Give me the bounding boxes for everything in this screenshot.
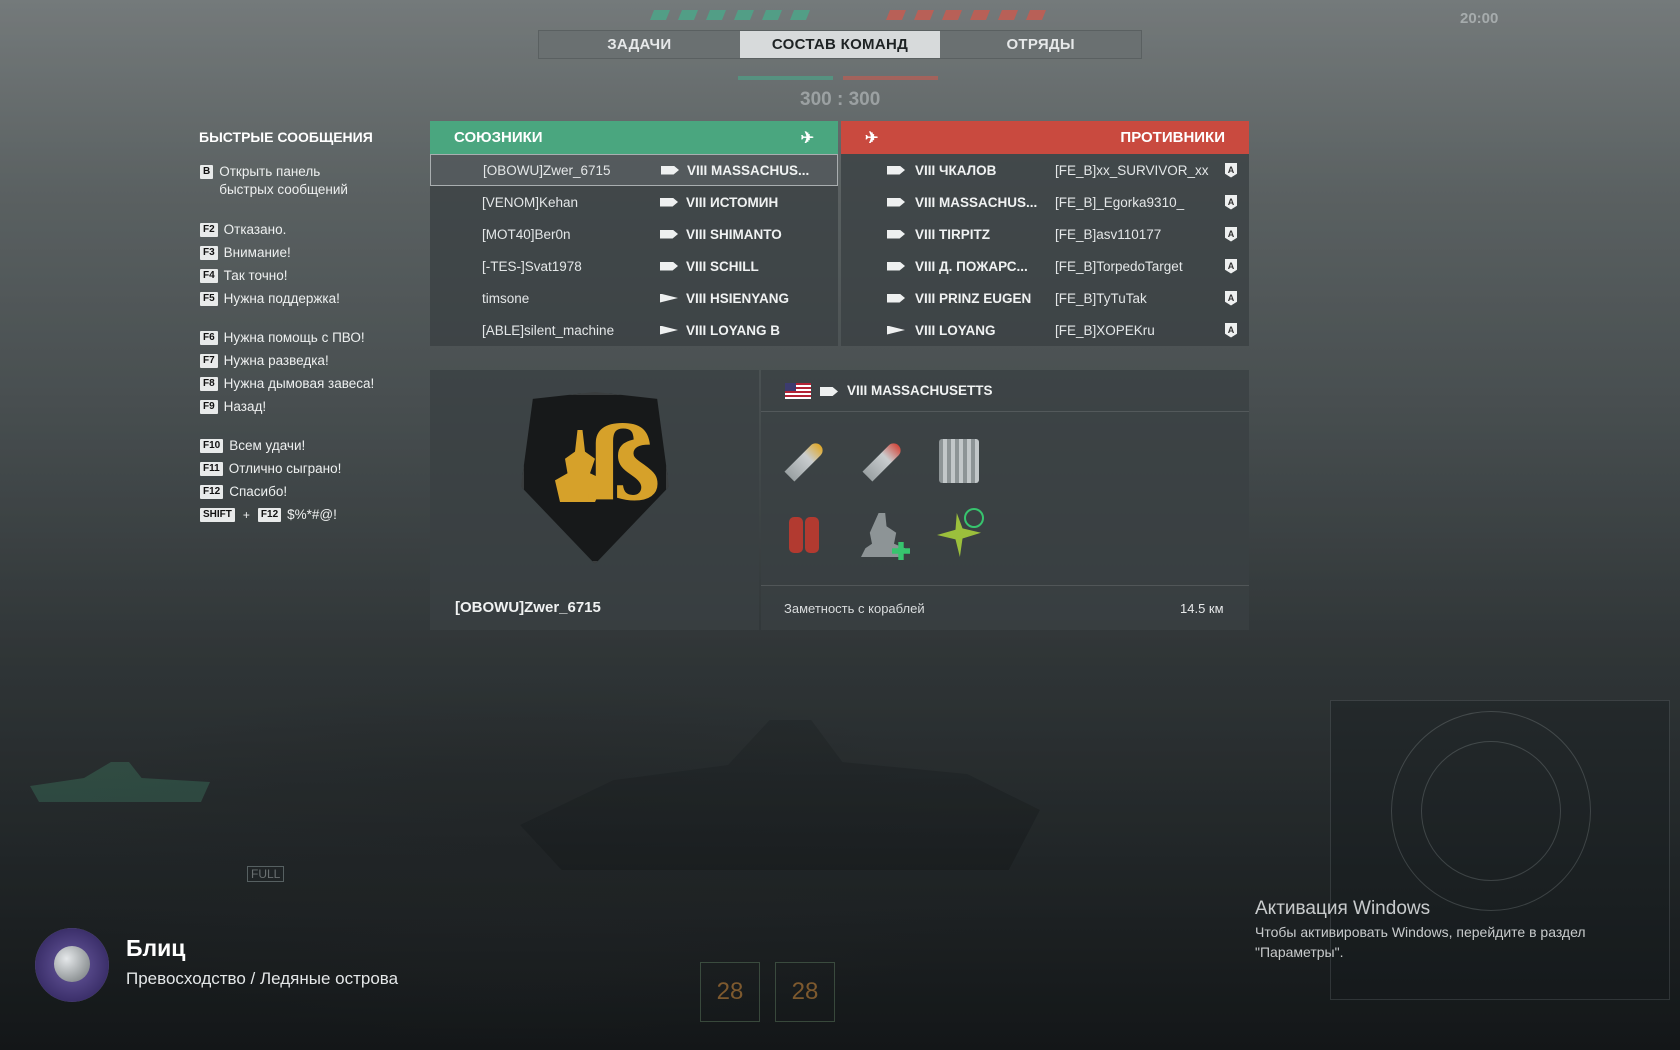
speed-indicator: FULL — [247, 866, 285, 882]
ally-row[interactable]: [MOT40]Ber0n VIII SHIMANTO — [430, 218, 838, 250]
ally-row[interactable]: timsone VIII HSIENYANG — [430, 282, 838, 314]
repair-party-icon — [854, 506, 912, 564]
battleship-icon — [660, 229, 678, 239]
qm-item: F5 Нужна поддержка! — [200, 290, 340, 308]
carrier-class-icon — [887, 165, 905, 175]
grenade-icon — [54, 946, 90, 982]
score-text: 300 : 300 — [800, 89, 881, 110]
windows-activation-title: Активация Windows — [1255, 898, 1431, 919]
ally-row[interactable]: [-TES-]Svat1978 VIII SCHILL — [430, 250, 838, 282]
allies-list: [OBOWU]Zwer_6715 VIII MASSACHUS... [VENOM]… — [430, 154, 838, 346]
ammo-slot-2[interactable]: 28 — [775, 962, 835, 1022]
ally-row[interactable]: [OBOWU]Zwer_6715 VIII MASSACHUS... — [430, 154, 838, 186]
tab-tasks[interactable]: ЗАДАЧИ — [539, 31, 740, 58]
concealment-label: Заметность с кораблей — [784, 601, 925, 616]
he-shell-icon — [854, 432, 912, 490]
enemies-header: ✈ ПРОТИВНИКИ — [841, 121, 1249, 154]
allies-title: СОЮЗНИКИ — [454, 129, 543, 146]
battleship-icon — [660, 261, 678, 271]
qm-item: F12 Спасибо! — [200, 483, 287, 501]
qm-item: F6 Нужна помощь с ПВО! — [200, 329, 365, 347]
battleship-icon — [887, 293, 905, 303]
battleship-icon — [887, 229, 905, 239]
carrier-icon: ✈ — [800, 129, 814, 147]
detail-ship-name: VIII MASSACHUSETTS — [847, 383, 993, 398]
enemy-row[interactable]: VIII Д. ПОЖАРС... [FE_B]TorpedoTarget A — [841, 250, 1249, 282]
enemy-row[interactable]: VIII ЧКАЛОВ [FE_B]xx_SURVIVOR_xx A — [841, 154, 1249, 186]
spotter-plane-icon — [930, 506, 988, 564]
qm-item: F11 Отлично сыграно! — [200, 460, 341, 478]
enemy-row[interactable]: VIII LOYANG [FE_B]XOPEKru A — [841, 314, 1249, 346]
ally-row[interactable]: [ABLE]silent_machine VIII LOYANG B — [430, 314, 838, 346]
qm-item: B Открыть панель быстрых сообщений — [200, 163, 348, 199]
mode-title: Блиц — [126, 935, 186, 961]
tab-bar: ЗАДАЧИ СОСТАВ КОМАНД ОТРЯДЫ — [538, 30, 1142, 59]
destroyer-icon — [660, 293, 678, 303]
bot-icon: A — [1225, 258, 1237, 274]
bot-icon: A — [1225, 162, 1237, 178]
battleship-icon — [887, 261, 905, 271]
bot-icon: A — [1225, 322, 1237, 338]
qm-item: F3 Внимание! — [200, 244, 291, 262]
enemies-list: VIII ЧКАЛОВ [FE_B]xx_SURVIVOR_xx A VIII MASS… — [841, 154, 1249, 346]
destroyer-icon — [660, 325, 678, 335]
qm-item: F9 Назад! — [200, 398, 266, 416]
ap-shell-icon — [776, 432, 834, 490]
qm-combo: SHIFT + F12 $%*#@! — [200, 506, 337, 524]
qm-item: F2 Отказано. — [200, 221, 286, 239]
destroyer-icon — [887, 325, 905, 335]
bot-icon: A — [1225, 194, 1237, 210]
windows-activation-text: Чтобы активировать Windows, перейдите в … — [1255, 924, 1586, 960]
score-bar — [738, 76, 938, 80]
battleship-icon — [660, 197, 678, 207]
battleship-icon — [887, 197, 905, 207]
allies-header: СОЮЗНИКИ ✈ — [430, 121, 838, 154]
concealment-value: 14.5 км — [1180, 601, 1224, 616]
damage-control-icon — [776, 506, 834, 564]
mode-subtitle: Превосходство / Ледяные острова — [126, 969, 399, 988]
usa-flag-icon — [785, 383, 811, 399]
tab-teams[interactable]: СОСТАВ КОМАНД — [739, 31, 941, 58]
qm-item: F4 Так точно! — [200, 267, 287, 285]
qm-item: F8 Нужна дымовая завеса! — [200, 375, 374, 393]
battle-timer: 20:00 — [1460, 10, 1499, 27]
battleship-icon — [661, 165, 679, 175]
patch-letter-icon: ß — [585, 405, 661, 523]
bot-icon: A — [1225, 226, 1237, 242]
bot-icon: A — [1225, 290, 1237, 306]
qm-item: F10 Всем удачи! — [200, 437, 305, 455]
ally-row[interactable]: [VENOM]Kehan VIII ИСТОМИН — [430, 186, 838, 218]
detail-player-name: [OBOWU]Zwer_6715 — [455, 599, 601, 616]
quick-messages-title: БЫСТРЫЕ СООБЩЕНИЯ — [199, 129, 373, 145]
smoke-barrel-icon — [930, 432, 988, 490]
ammo-slot-1[interactable]: 28 — [700, 962, 760, 1022]
tab-divisions[interactable]: ОТРЯДЫ — [940, 31, 1141, 58]
enemies-title: ПРОТИВНИКИ — [1120, 129, 1225, 146]
enemy-row[interactable]: VIII PRINZ EUGEN [FE_B]TyTuTak A — [841, 282, 1249, 314]
qm-item: F7 Нужна разведка! — [200, 352, 329, 370]
enemy-row[interactable]: VIII TIRPITZ [FE_B]asv110177 A — [841, 218, 1249, 250]
capture-markers — [650, 10, 1046, 20]
carrier-icon: ✈ — [865, 129, 879, 147]
enemy-row[interactable]: VIII MASSACHUS... [FE_B]_Egorka9310_ A — [841, 186, 1249, 218]
